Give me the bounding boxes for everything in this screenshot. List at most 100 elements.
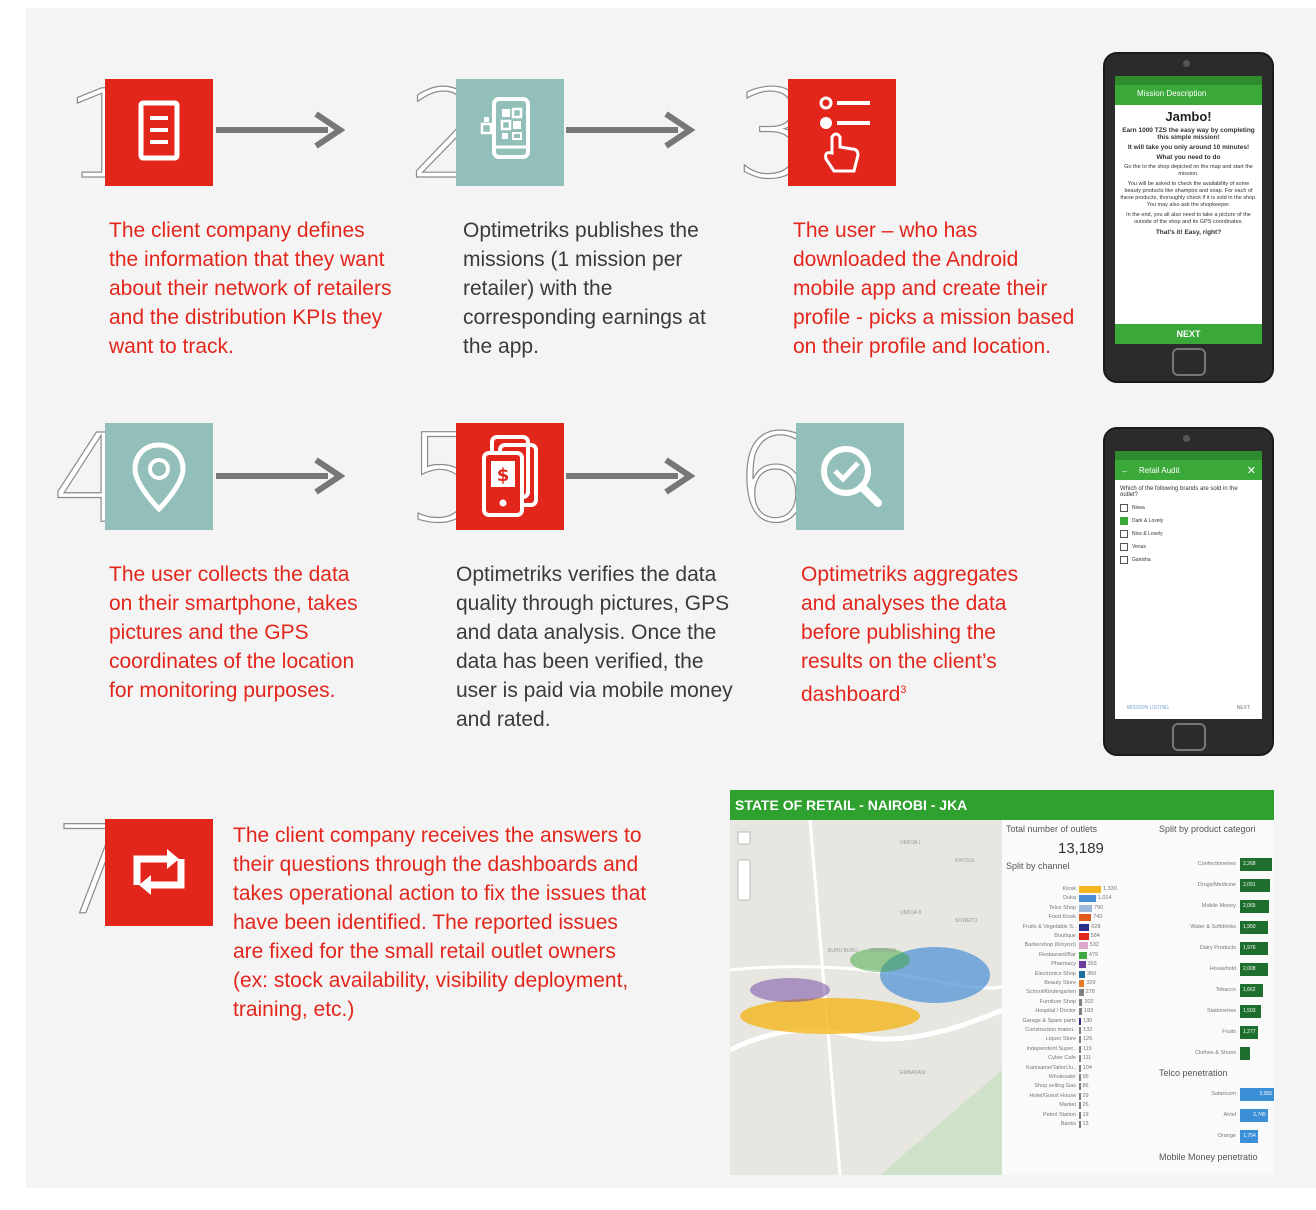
channel-value: 393 bbox=[1087, 961, 1097, 968]
channel-value: 278 bbox=[1085, 989, 1095, 996]
option-row[interactable]: Dark & Lovely bbox=[1120, 517, 1257, 525]
channel-value: 202 bbox=[1084, 998, 1094, 1005]
option-row[interactable]: Venus bbox=[1120, 543, 1257, 551]
channel-bar bbox=[1079, 1092, 1081, 1100]
telco-name: Orange bbox=[1217, 1133, 1236, 1139]
map-label: EMBAKASI bbox=[900, 1070, 926, 1076]
app-bar-title: Retail Audit bbox=[1139, 465, 1180, 475]
channel-bar bbox=[1079, 998, 1083, 1006]
channel-bar bbox=[1079, 1045, 1081, 1053]
channel-value: 360 bbox=[1086, 970, 1097, 977]
channel-bar bbox=[1079, 1111, 1081, 1119]
svg-text:$: $ bbox=[497, 465, 510, 486]
phone-mission-description: Mission Description Jambo! Earn 1000 TZS… bbox=[1103, 52, 1274, 383]
step-6-text-body: Optimetriks aggregates and analyses the … bbox=[801, 563, 1019, 706]
channel-value: 1,014 bbox=[1097, 895, 1112, 902]
option-row[interactable]: Nice & Lovely bbox=[1120, 530, 1257, 538]
next-link[interactable]: NEXT bbox=[1237, 705, 1250, 711]
arrow-5-to-6 bbox=[566, 457, 696, 495]
channel-value: 1,330 bbox=[1103, 886, 1117, 892]
channel-bar bbox=[1079, 933, 1089, 940]
checkbox[interactable] bbox=[1120, 530, 1128, 538]
home-button bbox=[1171, 723, 1206, 751]
product-bar: 1,503 bbox=[1240, 1005, 1262, 1018]
channel-label: Petrol Station bbox=[1042, 1111, 1076, 1118]
channel-bar bbox=[1079, 1036, 1082, 1044]
channel-bar bbox=[1079, 989, 1084, 997]
option-label: Nice & Lovely bbox=[1132, 531, 1163, 537]
mission-line-1: Earn 1000 TZS the easy way by completing… bbox=[1122, 127, 1255, 141]
option-row[interactable]: Ganisha bbox=[1120, 556, 1257, 564]
mobile-money-label: Mobile Money penetratio bbox=[1159, 1152, 1258, 1162]
checkbox[interactable] bbox=[1120, 504, 1128, 512]
channel-label: Banks bbox=[1060, 1121, 1076, 1127]
channel-bar bbox=[1079, 1027, 1082, 1034]
mission-line-5: You will be asked to check the availabil… bbox=[1120, 181, 1257, 208]
channel-bar bbox=[1079, 942, 1088, 950]
channel-value: 95 bbox=[1082, 1074, 1089, 1080]
mission-listing-link[interactable]: MISSION LISTING bbox=[1127, 705, 1169, 711]
channel-label: Fruits & Vegetable S.. bbox=[1022, 923, 1076, 930]
step-7-text: The client company receives the answers … bbox=[233, 824, 647, 1021]
channel-label: Cyber Cafe bbox=[1048, 1055, 1076, 1062]
total-outlets-value: 13,189 bbox=[1058, 840, 1104, 857]
channel-label: Garage & Spare parts bbox=[1022, 1017, 1076, 1024]
close-icon[interactable]: ✕ bbox=[1247, 464, 1256, 477]
checkbox[interactable] bbox=[1120, 543, 1128, 551]
option-label: Ganisha bbox=[1132, 557, 1151, 563]
channel-value: 183 bbox=[1084, 1008, 1094, 1015]
map-label: DONHOLM bbox=[870, 948, 896, 954]
channel-value: 132 bbox=[1083, 1027, 1093, 1033]
channel-value: 532 bbox=[1089, 942, 1099, 949]
channel-label: Liquor Store bbox=[1046, 1036, 1076, 1043]
channel-value: 104 bbox=[1082, 1064, 1092, 1071]
mission-line-7: That's it! Easy, right? bbox=[1155, 229, 1222, 236]
product-bar: 1,976 bbox=[1240, 942, 1268, 955]
channel-bar bbox=[1079, 914, 1092, 922]
product-bar bbox=[1240, 1047, 1250, 1060]
checkbox[interactable] bbox=[1120, 556, 1128, 564]
product-label: Tobacco bbox=[1215, 987, 1237, 993]
step-1-tile bbox=[105, 79, 213, 186]
step-1-text: The client company defines the informati… bbox=[109, 219, 392, 358]
channel-value: 86 bbox=[1082, 1083, 1089, 1090]
arrow-1-to-2 bbox=[216, 111, 346, 149]
option-label: Nivea bbox=[1132, 505, 1145, 511]
channel-value: 584 bbox=[1090, 933, 1100, 939]
camera-icon bbox=[1183, 60, 1190, 67]
channel-bar bbox=[1079, 980, 1085, 987]
channel-label: Electronics Shop bbox=[1034, 970, 1076, 977]
next-button[interactable]: NEXT bbox=[1115, 324, 1262, 344]
channel-bar bbox=[1079, 904, 1093, 912]
mission-line-3: What you need to do bbox=[1156, 154, 1221, 161]
map-label: KAYOLE bbox=[955, 858, 975, 864]
product-bar: 2,091 bbox=[1240, 879, 1270, 892]
option-label: Venus bbox=[1132, 544, 1146, 550]
map-label: UMOJA I bbox=[900, 840, 921, 846]
channel-label: Hotel/Guest House bbox=[1029, 1092, 1076, 1099]
magnifier-check-icon bbox=[821, 446, 882, 507]
step-3-text: The user – who has downloaded the Androi… bbox=[793, 219, 1075, 358]
channel-bar bbox=[1079, 923, 1090, 931]
product-label: Stationeries bbox=[1206, 1008, 1236, 1014]
mobile-money-icon: $ bbox=[482, 435, 538, 517]
channel-label: Kiosk bbox=[1062, 886, 1076, 892]
telco-name: Airtel bbox=[1223, 1112, 1236, 1118]
option-label: Dark & Lovely bbox=[1132, 518, 1164, 524]
telco-bar: 2,745 bbox=[1240, 1109, 1268, 1122]
step-3-tile bbox=[788, 79, 896, 186]
channel-bar bbox=[1079, 1017, 1082, 1025]
product-label: Clothes & Shoes bbox=[1195, 1050, 1236, 1056]
option-row[interactable]: Nivea bbox=[1120, 504, 1257, 512]
channel-bar bbox=[1079, 895, 1096, 903]
outlets-column: Total number of outlets 13,189 Split by … bbox=[1006, 824, 1156, 871]
step-7-tile bbox=[105, 819, 213, 926]
product-label: Drugs/Medicine bbox=[1197, 882, 1236, 888]
arrow-4-to-5 bbox=[216, 457, 346, 495]
back-arrow-icon[interactable]: ← bbox=[1121, 466, 1129, 475]
channel-bar bbox=[1079, 1064, 1081, 1072]
channel-value: 13 bbox=[1082, 1121, 1089, 1127]
telco-label: Telco penetration bbox=[1159, 1068, 1228, 1078]
checkbox-checked[interactable] bbox=[1120, 517, 1128, 525]
channel-label: Beauty Store bbox=[1044, 980, 1076, 986]
